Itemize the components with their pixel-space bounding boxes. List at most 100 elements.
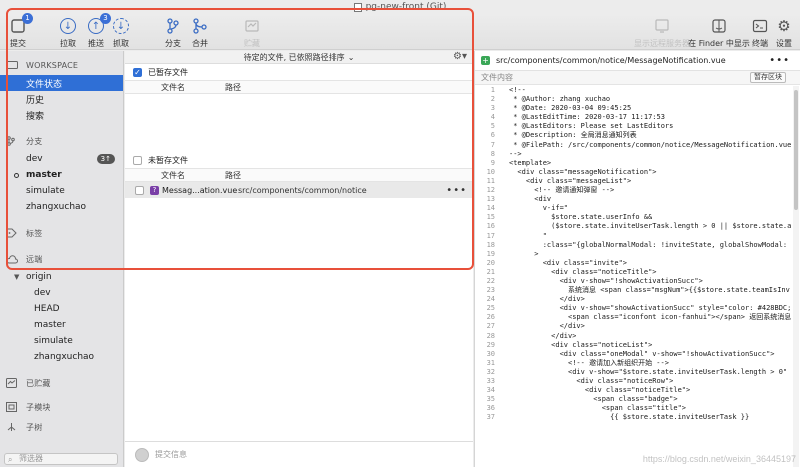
- sidebar-remote-branch[interactable]: zhangxuchao: [0, 349, 123, 365]
- sidebar-remote-branch[interactable]: simulate: [0, 333, 123, 349]
- line-number: 37: [486, 413, 495, 422]
- file-checkbox[interactable]: [135, 185, 144, 195]
- code-line: 2 * @Author: zhang xuchao: [475, 95, 793, 104]
- sidebar-item-search[interactable]: 搜索: [0, 107, 123, 123]
- line-text: </div>: [509, 322, 585, 331]
- fetch-label: 抓取: [113, 39, 129, 48]
- submodule-icon: [6, 402, 20, 412]
- sidebar-item-history[interactable]: 历史: [0, 91, 123, 107]
- branch-name: dev: [26, 154, 43, 164]
- staged-select-all-checkbox[interactable]: ✓: [133, 67, 142, 77]
- line-text: <div class="noticeRow">: [509, 377, 674, 385]
- sidebar-branch-zhangxuchao[interactable]: zhangxuchao: [0, 199, 123, 215]
- commit-message-bar: 提交信息: [125, 441, 473, 467]
- staged-column-header: 文件名 路径: [125, 80, 473, 94]
- sidebar-branch-simulate[interactable]: simulate: [0, 183, 123, 199]
- sidebar-remote-origin[interactable]: ▼ origin: [0, 269, 123, 285]
- filename-column-header[interactable]: 文件名: [125, 170, 225, 181]
- line-number: 28: [486, 331, 495, 340]
- line-text: <div class="noticeTitle">: [509, 267, 657, 276]
- code-line: 31 <!-- 邀请加入新组织开始 -->: [475, 359, 793, 368]
- line-number: 12: [486, 186, 495, 195]
- code-line: 3 * @Date: 2020-03-04 09:45:25: [475, 104, 793, 113]
- ahead-count-badge: 3↑: [96, 154, 115, 164]
- line-number: 24: [486, 295, 495, 304]
- unstaged-title: 未暂存文件: [148, 155, 188, 165]
- tags-label: 标签: [26, 228, 43, 238]
- window-title: pg-new-front (Git): [365, 2, 447, 12]
- sidebar-branch-dev[interactable]: dev 3↑: [0, 151, 123, 167]
- push-label: 推送: [88, 39, 104, 48]
- gear-icon[interactable]: ⚙▾: [453, 51, 467, 62]
- remote-name: origin: [26, 272, 52, 282]
- subtrees-header[interactable]: 子树: [0, 421, 123, 433]
- code-line: 30 <div class="oneModal" v-show="!showAc…: [475, 350, 793, 359]
- sidebar-remote-branch[interactable]: HEAD: [0, 301, 123, 317]
- code-line: 9 <template>: [475, 159, 793, 168]
- commit-button[interactable]: 1 提交: [0, 13, 36, 49]
- filename-column-header[interactable]: 文件名: [125, 82, 225, 93]
- scrollbar-thumb[interactable]: [794, 90, 798, 210]
- line-text: <div class="messageNotification">: [509, 167, 657, 176]
- stash-button[interactable]: 贮藏: [234, 17, 270, 49]
- line-text: 系统消息 <span class="msgNum">{{$store.state…: [509, 286, 790, 295]
- line-number: 11: [486, 176, 495, 185]
- line-number: 2: [490, 95, 495, 104]
- pending-files-sort-menu[interactable]: 待定的文件, 已依照路径排序 ⌄ ⚙▾: [125, 51, 473, 64]
- line-number: 8: [490, 149, 495, 158]
- code-line: 29 <div class="noticeList">: [475, 341, 793, 350]
- line-text: :class="{globalNormalModal: !inviteState…: [509, 240, 788, 249]
- line-text: * @FilePath: /src/components/common/noti…: [509, 140, 792, 149]
- line-number: 3: [490, 104, 495, 113]
- added-file-icon: +: [481, 56, 490, 65]
- more-options-icon[interactable]: •••: [769, 55, 790, 66]
- line-number: 34: [486, 386, 495, 395]
- line-text: <div class="noticeList">: [509, 340, 653, 349]
- more-options-icon[interactable]: •••: [446, 185, 467, 196]
- line-text: </div>: [509, 295, 585, 304]
- line-text: <div class="messageList">: [509, 176, 632, 185]
- line-number: 35: [486, 395, 495, 404]
- vertical-scrollbar[interactable]: [793, 86, 799, 467]
- show-remote-button[interactable]: 显示远程服务器: [632, 17, 692, 49]
- commit-message-input[interactable]: 提交信息: [155, 449, 187, 460]
- line-text: * @LastEditTime: 2020-03-17 11:17:53: [509, 113, 665, 122]
- sidebar-filter-input[interactable]: ⌕ 筛选器: [4, 453, 118, 465]
- line-text: {{ $store.state.inviteUserTask }}: [509, 413, 750, 422]
- workspace-label: WORKSPACE: [26, 60, 79, 70]
- line-number: 36: [486, 404, 495, 413]
- remotes-header[interactable]: 远端: [0, 249, 123, 269]
- hunk-header: 文件内容 暂存区块: [475, 71, 800, 85]
- branches-header[interactable]: 分支: [0, 131, 123, 151]
- code-line: 27 </div>: [475, 322, 793, 331]
- line-number: 26: [486, 313, 495, 322]
- sidebar-branch-master[interactable]: master: [0, 167, 123, 183]
- sidebar-remote-branch[interactable]: master: [0, 317, 123, 333]
- unstaged-file-row[interactable]: ? Messag...ation.vue src/components/comm…: [125, 182, 473, 198]
- finder-button[interactable]: 在 Finder 中显示: [688, 17, 750, 49]
- path-column-header[interactable]: 路径: [225, 170, 241, 181]
- line-text: <div v-show="showActivationSucc" style="…: [509, 304, 792, 313]
- stashes-header[interactable]: 已贮藏: [0, 373, 123, 393]
- path-column-header[interactable]: 路径: [225, 82, 241, 93]
- line-text: >: [509, 249, 539, 258]
- stash-icon: [243, 17, 261, 35]
- sidebar-item-file-status[interactable]: 文件状态: [0, 75, 123, 91]
- line-number: 21: [486, 267, 495, 276]
- settings-button[interactable]: ⚙ 设置: [766, 17, 800, 49]
- sidebar-remote-branch[interactable]: dev: [0, 285, 123, 301]
- fetch-button[interactable]: ↓ 抓取: [103, 17, 139, 49]
- tags-header[interactable]: 标签: [0, 223, 123, 243]
- merge-button[interactable]: 合并: [182, 17, 218, 49]
- line-text: <div v-show="$store.state.inviteUserTask…: [509, 367, 788, 376]
- line-number: 5: [490, 122, 495, 131]
- code-line: 1 <!--: [475, 86, 793, 95]
- stage-hunk-button[interactable]: 暂存区块: [750, 72, 786, 83]
- commit-icon: 1: [9, 13, 33, 35]
- filter-placeholder: 筛选器: [19, 454, 43, 463]
- file-path: src/components/common/notice: [238, 185, 367, 195]
- submodules-header[interactable]: 子模块: [0, 397, 123, 417]
- code-line: 6 * @Description: 全局消息通知列表: [475, 131, 793, 140]
- chevron-down-icon: ▼: [14, 273, 20, 281]
- unstaged-select-all-checkbox[interactable]: [133, 155, 142, 165]
